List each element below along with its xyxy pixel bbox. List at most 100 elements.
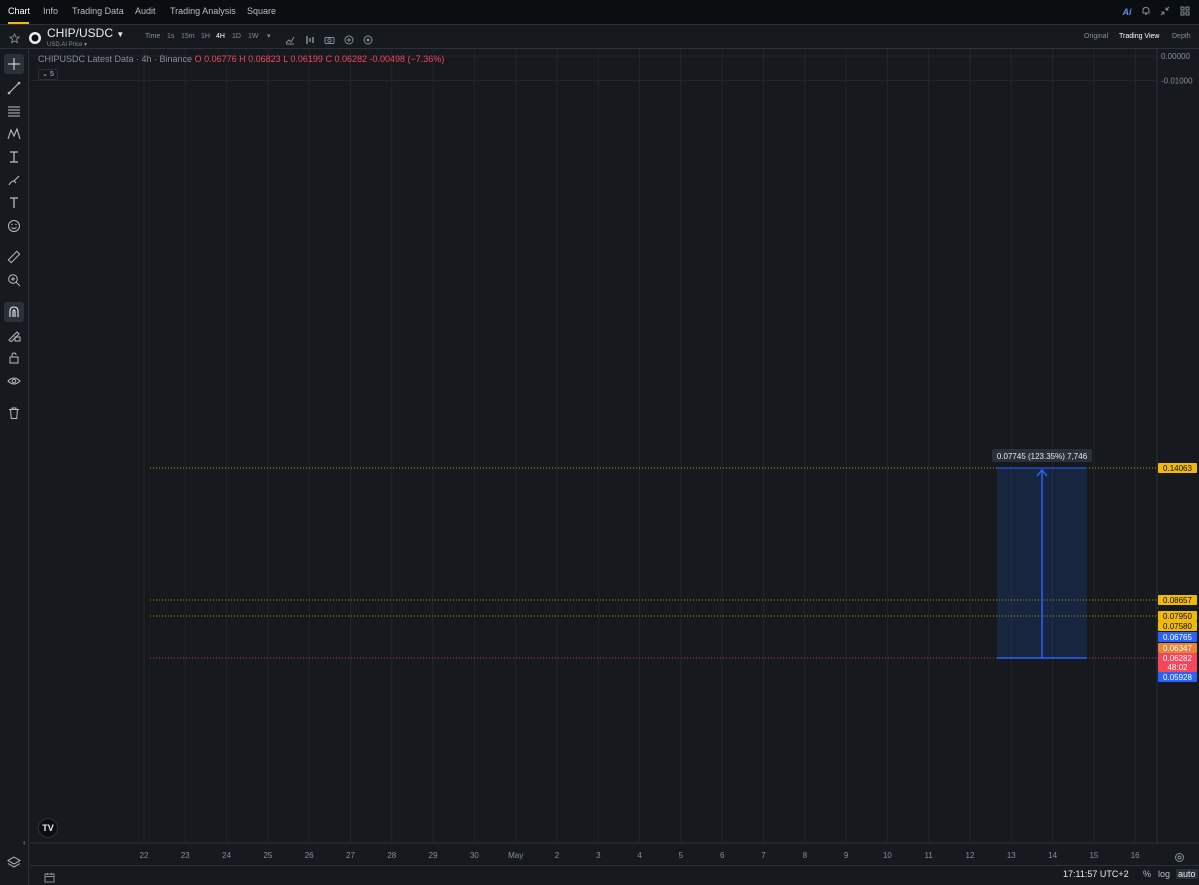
star-icon[interactable]: [8, 31, 21, 49]
caret-down-icon: ▼: [116, 30, 125, 39]
brush-icon[interactable]: [4, 170, 24, 190]
price-source-label: USD.AI Price: [47, 42, 83, 48]
lock-pencil-icon[interactable]: [4, 325, 24, 345]
legend-title: CHIPUSDC Latest Data · 4h · Binance: [38, 54, 193, 64]
percent-scale-button[interactable]: %: [1143, 869, 1151, 879]
auto-scale-button[interactable]: auto: [1176, 869, 1198, 879]
top-nav: Chart Info Trading Data Audit Trading An…: [0, 0, 1199, 25]
small-caret-icon: ▾: [84, 42, 88, 48]
price-tag-label: 0.06282: [1163, 654, 1192, 663]
tradingview-logo-icon[interactable]: TV: [38, 818, 58, 838]
x-tick-label: 26: [305, 851, 314, 860]
price-tags: 0.14063 0.08657 0.079500.07580 0.06765 0.063…: [1158, 463, 1197, 682]
trend-line-icon[interactable]: [4, 78, 24, 98]
x-tick-label: 24: [222, 851, 231, 860]
collapse-toolbar-icon[interactable]: ‹: [23, 838, 26, 847]
x-tick-label: 15: [1089, 851, 1098, 860]
price-axis[interactable]: 0.310000.300000.290000.279990.269990.259…: [1161, 49, 1193, 85]
interval-more-icon[interactable]: ▾: [267, 32, 271, 40]
camera-icon[interactable]: [324, 32, 335, 50]
clock: 17:11:57 UTC+2: [1063, 869, 1129, 879]
magnet-icon[interactable]: [4, 302, 24, 322]
x-tick-label: 8: [803, 851, 808, 860]
legend-change: -0.00498 (−7.36%): [369, 54, 445, 64]
x-tick-label: May: [508, 851, 523, 860]
add-alert-icon[interactable]: [344, 32, 354, 50]
time-label: Time: [145, 33, 161, 40]
time-axis[interactable]: 22 23 24 25 26 27 28 29 30 May 2 3 4 5 6 7 8 9 10 11 12 13 14 1…: [140, 851, 1141, 860]
text-cursor-icon[interactable]: [4, 147, 24, 167]
price-tag-label: 0.06765: [1163, 633, 1192, 642]
interval-1d[interactable]: 1D: [232, 33, 241, 40]
trash-icon[interactable]: [4, 403, 24, 423]
eye-icon[interactable]: [4, 371, 24, 391]
ai-icon[interactable]: Ai: [1120, 6, 1134, 18]
x-tick-label: 6: [720, 851, 725, 860]
view-trading-view[interactable]: Trading View: [1119, 33, 1159, 40]
drawing-toolbar: [0, 49, 29, 885]
x-tick-label: 27: [346, 851, 355, 860]
indicator-toggle[interactable]: ⌄ 5: [38, 69, 58, 80]
active-tab-indicator: [8, 22, 29, 24]
chart-type-icon[interactable]: [285, 32, 295, 50]
interval-1s[interactable]: 1s: [167, 33, 174, 40]
nav-square[interactable]: Square: [247, 6, 276, 16]
x-tick-label: 22: [140, 851, 149, 860]
layers-icon[interactable]: [4, 852, 24, 872]
y-tick-label: -0.01000: [1161, 76, 1193, 85]
view-original[interactable]: Original: [1084, 33, 1108, 40]
x-tick-label: 9: [844, 851, 849, 860]
token-logo-icon: [29, 31, 41, 49]
view-depth[interactable]: Depth: [1172, 33, 1191, 40]
lock-icon[interactable]: [4, 348, 24, 368]
x-tick-label: 10: [883, 851, 892, 860]
nav-audit[interactable]: Audit: [135, 6, 156, 16]
x-tick-label: 3: [596, 851, 601, 860]
pair-selector[interactable]: CHIP/USDC ▼: [47, 26, 124, 40]
log-scale-button[interactable]: log: [1158, 869, 1170, 879]
crosshair-icon[interactable]: [4, 54, 24, 74]
chevron-down-icon: ⌄: [42, 71, 48, 78]
y-tick-label: 0.00000: [1161, 52, 1190, 61]
chart-legend: CHIPUSDC Latest Data · 4h · Binance O 0.…: [38, 54, 444, 64]
settings-icon[interactable]: [363, 32, 373, 50]
legend-high: H 0.06823: [239, 54, 281, 64]
date-range-icon[interactable]: [44, 870, 55, 885]
axis-settings-icon[interactable]: [1174, 850, 1185, 868]
price-tag-label: 0.07950: [1163, 612, 1192, 621]
x-tick-label: 14: [1048, 851, 1057, 860]
pattern-icon[interactable]: [4, 124, 24, 144]
text-tool-icon[interactable]: [4, 193, 24, 213]
x-tick-label: 16: [1131, 851, 1140, 860]
price-chart[interactable]: 0.07745 (123.35%) 7,746 0.310000.300000.…: [30, 49, 1199, 885]
price-tag-label: 0.07580: [1163, 622, 1192, 631]
zoom-in-icon[interactable]: [4, 270, 24, 290]
nav-info[interactable]: Info: [43, 6, 58, 16]
ruler-icon[interactable]: [4, 247, 24, 267]
price-tag-label: 0.08657: [1163, 596, 1192, 605]
interval-1w[interactable]: 1W: [248, 33, 259, 40]
chart-toolbar: CHIP/USDC ▼ USD.AI Price ▾ Time 1s 15m 1…: [0, 25, 1199, 49]
nav-chart[interactable]: Chart: [8, 6, 30, 16]
bell-icon[interactable]: [1140, 6, 1152, 18]
nav-trading-data[interactable]: Trading Data: [72, 6, 124, 16]
x-tick-label: 29: [429, 851, 438, 860]
price-tag-label: 0.06347: [1163, 644, 1192, 653]
pair-label: CHIP/USDC: [47, 26, 114, 40]
indicator-count: 5: [49, 71, 54, 78]
x-tick-label: 7: [761, 851, 766, 860]
interval-15m[interactable]: 15m: [181, 33, 195, 40]
fib-retracement-icon[interactable]: [4, 101, 24, 121]
legend-close: C 0.06282: [325, 54, 367, 64]
nav-trading-analysis[interactable]: Trading Analysis: [170, 6, 236, 16]
interval-1h[interactable]: 1H: [201, 33, 210, 40]
price-range-measure[interactable]: 0.07745 (123.35%) 7,746: [992, 449, 1092, 659]
grid-layout-icon[interactable]: [1179, 6, 1191, 18]
indicators-icon[interactable]: [305, 32, 315, 50]
emoji-icon[interactable]: [4, 216, 24, 236]
bottom-bar: [30, 865, 1199, 885]
interval-4h[interactable]: 4H: [216, 33, 225, 40]
price-tag-label: 0.14063: [1163, 464, 1192, 473]
legend-open: O 0.06776: [194, 54, 237, 64]
collapse-icon[interactable]: [1159, 6, 1171, 18]
